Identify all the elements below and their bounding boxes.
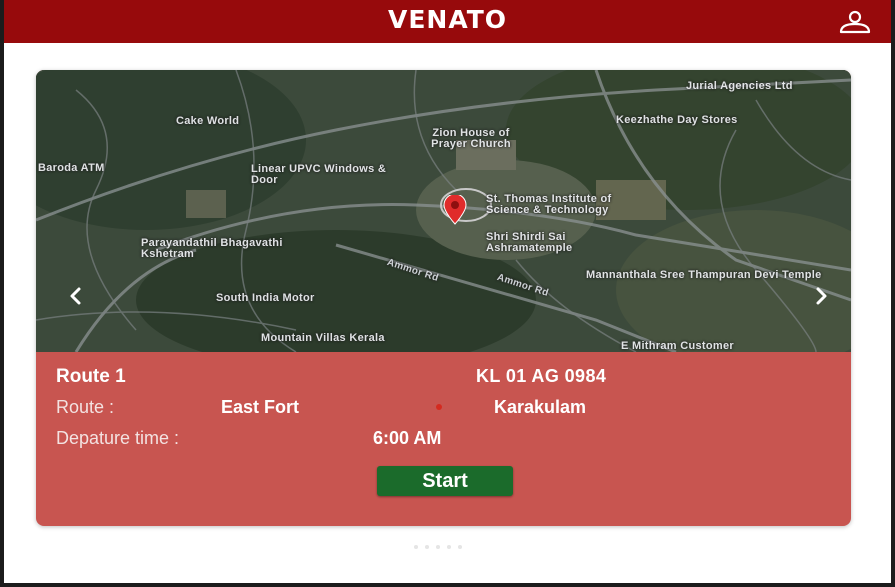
map-label: Zion House of Prayer Church (431, 127, 511, 150)
route-from: East Fort (221, 397, 300, 417)
page-dot[interactable] (436, 545, 440, 549)
map-label: Shri Shirdi Sai Ashramatemple (486, 231, 573, 254)
map-label: Mannanthala Sree Thampuran Devi Temple (586, 269, 822, 281)
route-to: Karakulam (494, 397, 587, 417)
page-dot[interactable] (425, 545, 429, 549)
page-dot[interactable] (414, 545, 418, 549)
start-button[interactable]: Start (377, 466, 513, 496)
map-label: Keezhathe Day Stores (616, 114, 738, 126)
page-dot[interactable] (447, 545, 451, 549)
route-details: Route 1 KL 01 AG 0984 Route : East Fort … (36, 352, 851, 526)
page-dot[interactable] (458, 545, 462, 549)
chevron-left-icon[interactable] (66, 284, 86, 308)
map-view[interactable]: Jurial Agencies Ltd Cake World Zion Hous… (36, 70, 851, 352)
map-label: Parayandathil Bhagavathi Kshetram (141, 237, 283, 260)
map-label: South India Motor (216, 292, 315, 304)
app-screen: VENATO Jurial Agencies Ltd Cake World Zi… (4, 0, 891, 583)
map-label: St. Thomas Institute of Science & Techno… (486, 193, 612, 216)
carousel-indicator (414, 545, 462, 549)
departure-label: Depature time : (56, 428, 180, 448)
map-label: Jurial Agencies Ltd (686, 80, 793, 92)
route-card: Jurial Agencies Ltd Cake World Zion Hous… (36, 70, 851, 526)
user-icon[interactable] (837, 10, 873, 34)
departure-time: 6:00 AM (373, 428, 442, 448)
header-bar: VENATO (4, 0, 891, 43)
route-name: Route 1 (56, 366, 126, 387)
location-pin-icon (443, 195, 467, 225)
vehicle-number: KL 01 AG 0984 (476, 366, 607, 386)
chevron-right-icon[interactable] (811, 284, 831, 308)
route-label: Route : (56, 397, 115, 417)
map-label: Mountain Villas Kerala (261, 332, 385, 344)
route-separator-dot (436, 404, 442, 410)
map-label: Baroda ATM (38, 162, 105, 174)
map-label: E Mithram Customer (621, 340, 734, 352)
app-title: VENATO (387, 5, 508, 34)
map-label: Linear UPVC Windows & Door (251, 163, 387, 186)
map-label: Cake World (176, 115, 240, 127)
